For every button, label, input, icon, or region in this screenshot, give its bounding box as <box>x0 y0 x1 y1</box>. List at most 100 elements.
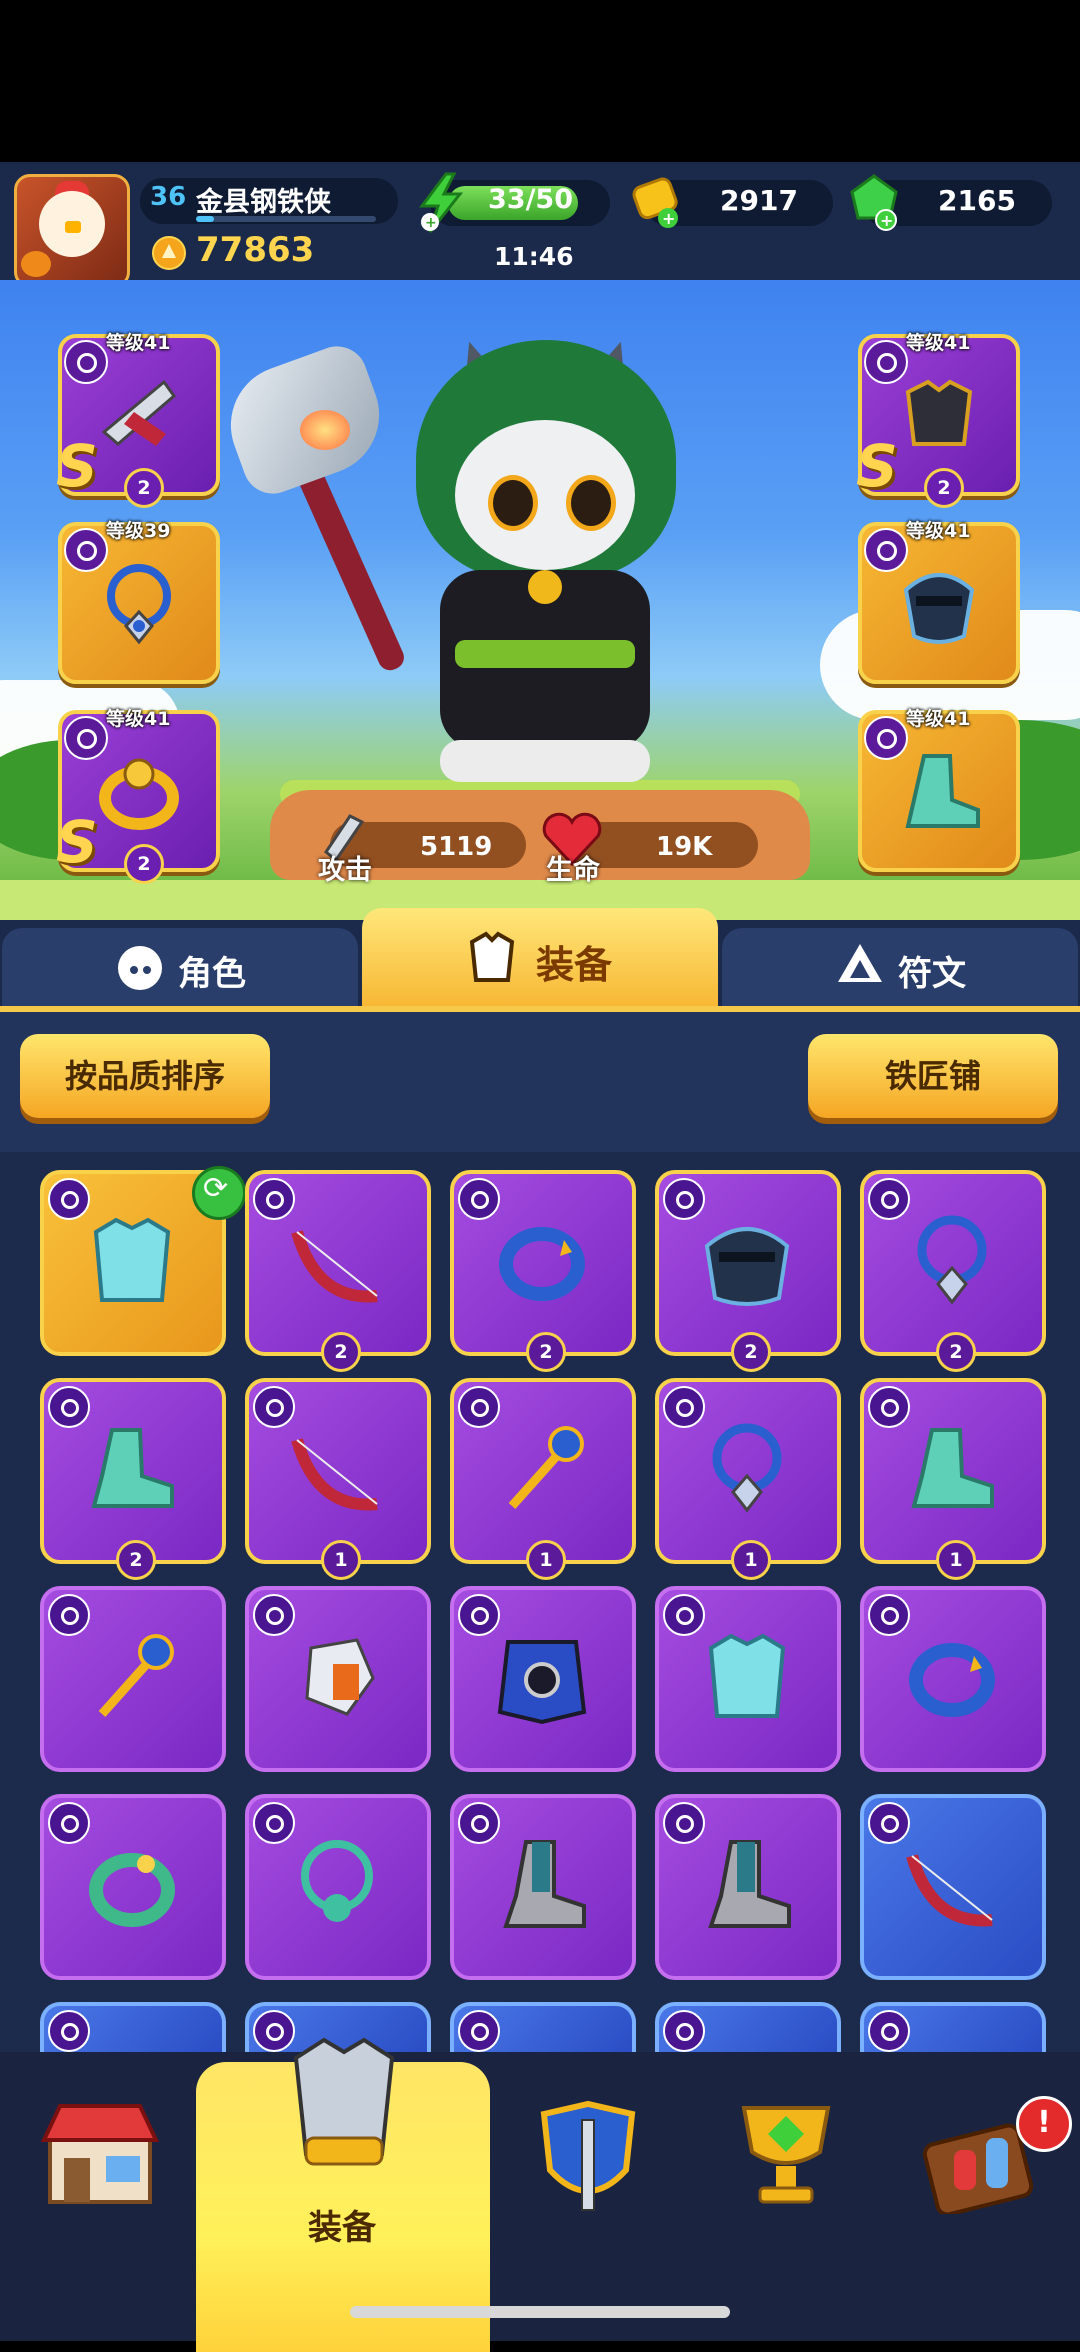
inventory-item[interactable] <box>655 2002 841 2056</box>
notification-badge: ! <box>1016 2096 1072 2152</box>
item-count-badge: 1 <box>731 1540 771 1580</box>
inventory-item[interactable] <box>450 1586 636 1772</box>
blue-ring-icon <box>499 1227 585 1301</box>
tab-label: 角色 <box>178 954 246 994</box>
gem-icon: + <box>850 174 898 231</box>
inventory-item[interactable] <box>245 1794 431 1980</box>
octopus-amulet-icon <box>301 1840 373 1922</box>
hero-belt <box>455 640 635 668</box>
tab-character[interactable]: 角色 <box>2 928 358 1008</box>
slot-level: 等级41 <box>906 520 971 542</box>
inventory-item[interactable]: 2 <box>40 1378 226 1580</box>
gold-ring-icon <box>99 758 179 830</box>
slot-level: 等级39 <box>106 520 171 542</box>
blue-staff-icon <box>508 1426 584 1509</box>
xp-bar-fill <box>196 216 214 222</box>
equip-slot-armor[interactable]: 等级41 S 2 <box>856 332 1020 508</box>
xp-bar <box>196 216 376 222</box>
item-type-icon <box>48 2010 90 2052</box>
inventory-item[interactable] <box>40 1794 226 1980</box>
equip-slot-boots[interactable]: 等级41 <box>858 708 1020 872</box>
inventory-item[interactable]: 1 <box>655 1378 841 1580</box>
inventory-item[interactable]: 2 <box>860 1170 1046 1372</box>
tab-label: 符文 <box>898 954 966 994</box>
inventory-item[interactable]: 1 <box>245 1378 431 1580</box>
character-icon <box>118 946 162 990</box>
inventory-item[interactable] <box>450 2002 636 2056</box>
teal-boots-icon <box>911 1428 994 1508</box>
item-type-icon <box>663 2010 705 2052</box>
item-type-icon <box>458 2010 500 2052</box>
gold-value: 2917 <box>720 184 798 217</box>
item-count-badge: 2 <box>936 1332 976 1372</box>
energy-timer: 11:46 <box>494 242 574 271</box>
teal-armor-icon <box>93 1217 171 1302</box>
player-avatar[interactable] <box>14 174 130 288</box>
shield-sword-icon[interactable] <box>532 2100 644 2220</box>
hp-value: 19K <box>656 832 713 862</box>
red-bow-icon <box>291 1438 378 1511</box>
inventory-item[interactable]: 1 <box>860 1378 1046 1580</box>
count-badge: 2 <box>124 844 164 884</box>
grey-boots-icon <box>708 1840 791 1928</box>
blacksmith-button[interactable]: 铁匠铺 <box>808 1034 1058 1118</box>
slot-level: 等级41 <box>906 708 971 730</box>
inventory-item[interactable] <box>860 2002 1046 2056</box>
inventory-item[interactable]: 2 <box>655 1170 841 1372</box>
equip-slot-ring[interactable]: 等级41 S 2 <box>56 708 220 884</box>
inventory-item[interactable] <box>40 2002 226 2056</box>
dark-armor-icon <box>905 379 973 446</box>
armor-icon <box>293 2037 395 2166</box>
energy-value: 33/50 <box>488 184 574 215</box>
grade-badge: S <box>56 808 98 876</box>
sort-by-quality-button[interactable]: 按品质排序 <box>20 1034 270 1118</box>
hp-label: 生命 <box>546 855 600 886</box>
count-badge: 2 <box>124 468 164 508</box>
slot-level: 等级41 <box>906 332 971 354</box>
nav-label: 装备 <box>308 2208 376 2248</box>
inventory-item[interactable] <box>40 1586 226 1772</box>
inventory-item[interactable] <box>860 1586 1046 1772</box>
inventory-item[interactable]: 2 <box>450 1170 636 1372</box>
gold-coin-icon: + <box>632 177 678 228</box>
tab-equipment[interactable]: 装备 <box>362 908 718 1008</box>
item-count-badge: 2 <box>731 1332 771 1372</box>
green-ring-icon <box>89 1853 175 1927</box>
inventory-item[interactable] <box>245 1586 431 1772</box>
trophy-icon <box>152 236 186 270</box>
item-count-badge: 1 <box>936 1540 976 1580</box>
player-name: 金县钢铁侠 <box>196 187 331 218</box>
item-count-badge: 2 <box>526 1332 566 1372</box>
inventory-item[interactable] <box>655 1794 841 1980</box>
dark-cape-icon <box>497 1640 587 1725</box>
gem-value: 2165 <box>938 184 1016 217</box>
shop-icon[interactable] <box>40 2096 160 2206</box>
inventory-item[interactable]: 1 <box>450 1378 636 1580</box>
tab-runes[interactable]: 符文 <box>722 928 1078 1008</box>
svg-text:+: + <box>880 211 893 230</box>
attack-label: 攻击 <box>318 855 372 886</box>
red-bow-icon <box>291 1230 378 1303</box>
crossbow-icon <box>101 379 177 446</box>
slot-level: 等级41 <box>106 708 171 730</box>
mask-helmet-icon <box>903 573 975 644</box>
red-bow-icon <box>906 1854 993 1927</box>
inventory-item[interactable] <box>450 1794 636 1980</box>
mask-helmet-icon <box>704 1227 790 1306</box>
teal-armor-icon <box>708 1633 786 1718</box>
hero-feet <box>440 740 650 782</box>
home-indicator[interactable] <box>350 2306 730 2318</box>
equip-slot-helmet[interactable]: 等级41 <box>858 520 1020 684</box>
amulet-icon <box>712 1423 782 1513</box>
item-count-badge: 2 <box>116 1540 156 1580</box>
trophy-cup-icon[interactable] <box>730 2100 842 2210</box>
amulet-icon <box>107 564 171 645</box>
inventory-item[interactable] <box>860 1794 1046 1980</box>
blue-staff-icon <box>98 1634 174 1717</box>
inventory-item[interactable]: 2 <box>245 1170 431 1372</box>
equip-slot-weapon[interactable]: 等级41 S 2 <box>56 332 220 508</box>
inventory-item[interactable] <box>40 1166 246 1356</box>
equip-slot-necklace[interactable]: 等级39 <box>58 520 220 684</box>
inventory-item[interactable] <box>655 1586 841 1772</box>
attack-value: 5119 <box>420 832 493 862</box>
